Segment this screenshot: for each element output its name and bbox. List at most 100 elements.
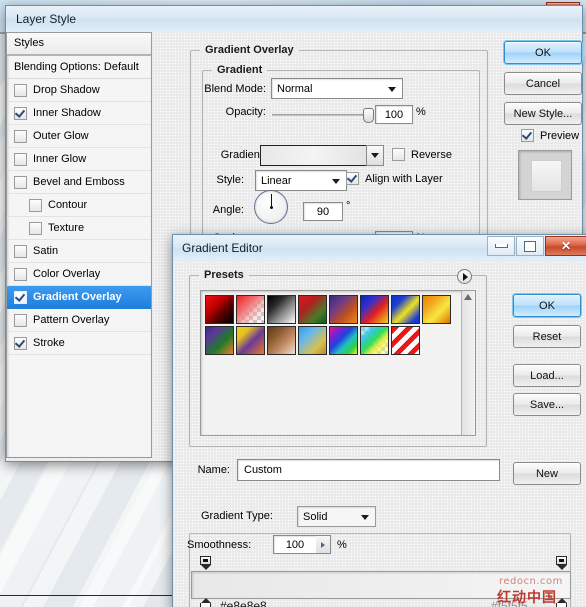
screen: ✕ Layer Style Styles Blending Options: D…: [0, 0, 586, 607]
opacity-unit: %: [416, 106, 426, 118]
preset-swatch-violet-green-orange[interactable]: [205, 326, 234, 355]
opacity-slider-track[interactable]: [272, 114, 370, 116]
align-with-layer-label: Align with Layer: [365, 173, 443, 185]
style-row-gradient-overlay[interactable]: Gradient Overlay: [7, 286, 151, 309]
style-row-checkbox[interactable]: [14, 130, 27, 143]
name-label: Name:: [184, 464, 230, 476]
preset-swatch-violet-orange[interactable]: [329, 295, 358, 324]
style-row-checkbox[interactable]: [14, 245, 27, 258]
style-row-pattern-overlay[interactable]: Pattern Overlay: [7, 309, 151, 332]
style-row-satin[interactable]: Satin: [7, 240, 151, 263]
color-stop-left[interactable]: [200, 598, 211, 607]
gradient-strip[interactable]: [191, 571, 571, 599]
presets-group: Presets: [189, 275, 487, 447]
ge-new-button[interactable]: New: [513, 462, 581, 485]
gradient-picker-chevron-down-icon[interactable]: [366, 145, 384, 166]
presets-scrollbar[interactable]: [461, 291, 475, 435]
style-row-blending-options-default[interactable]: Blending Options: Default: [7, 56, 151, 79]
style-row-checkbox[interactable]: [29, 199, 42, 212]
style-row-bevel-and-emboss[interactable]: Bevel and Emboss: [7, 171, 151, 194]
style-row-label: Stroke: [33, 332, 65, 354]
align-with-layer-checkbox[interactable]: Align with Layer: [346, 172, 443, 185]
style-row-checkbox[interactable]: [14, 291, 27, 304]
angle-input[interactable]: 90: [303, 202, 343, 221]
maximize-icon[interactable]: [516, 236, 544, 256]
opacity-stop-left[interactable]: [200, 556, 211, 569]
style-row-color-overlay[interactable]: Color Overlay: [7, 263, 151, 286]
presets-menu-icon[interactable]: [457, 269, 472, 284]
chevron-down-icon: [332, 179, 340, 184]
style-row-stroke[interactable]: Stroke: [7, 332, 151, 355]
style-row-drop-shadow[interactable]: Drop Shadow: [7, 79, 151, 102]
preset-swatch-red-stripes[interactable]: [391, 326, 420, 355]
new-style-button[interactable]: New Style...: [504, 102, 582, 125]
gradient-name-input[interactable]: Custom: [237, 459, 500, 481]
preset-swatch-grid: [205, 295, 457, 357]
style-row-texture[interactable]: Texture: [7, 217, 151, 240]
ge-load-button[interactable]: Load...: [513, 364, 581, 387]
ge-save-button[interactable]: Save...: [513, 393, 581, 416]
align-with-layer-checkbox-box: [346, 172, 359, 185]
reverse-checkbox[interactable]: Reverse: [392, 148, 452, 161]
gradient-preview-bar[interactable]: [260, 145, 367, 166]
preset-swatch-yellow-violet-orange[interactable]: [236, 326, 265, 355]
style-row-checkbox[interactable]: [14, 107, 27, 120]
gradient-editor-titlebar[interactable]: Gradient Editor ✕: [173, 235, 586, 261]
color-stop-right[interactable]: [556, 598, 567, 607]
smoothness-stepper-icon[interactable]: [316, 535, 331, 554]
style-row-checkbox[interactable]: [14, 337, 27, 350]
style-row-outer-glow[interactable]: Outer Glow: [7, 125, 151, 148]
smoothness-input[interactable]: 100: [273, 535, 317, 554]
ge-reset-button[interactable]: Reset: [513, 325, 581, 348]
opacity-input[interactable]: 100: [375, 105, 413, 124]
left-stop-hex: #e8e8e8: [220, 599, 267, 607]
gradient-group-legend: Gradient: [212, 64, 267, 76]
style-row-checkbox[interactable]: [14, 153, 27, 166]
style-row-label: Blending Options: Default: [14, 56, 139, 78]
preset-swatch-blue-red-yellow[interactable]: [360, 295, 389, 324]
style-row-checkbox[interactable]: [14, 314, 27, 327]
preset-swatch-orange-yellow-orange[interactable]: [422, 295, 451, 324]
scroll-up-icon[interactable]: [464, 294, 472, 300]
preset-swatch-blue-yellow-blue[interactable]: [391, 295, 420, 324]
preset-swatch-black-white[interactable]: [267, 295, 296, 324]
gradient-style-select[interactable]: Linear: [255, 170, 347, 191]
style-row-contour[interactable]: Contour: [7, 194, 151, 217]
style-row-label: Inner Glow: [33, 148, 86, 170]
gradient-editor-title: Gradient Editor: [182, 241, 263, 255]
preview-checkbox[interactable]: Preview: [521, 129, 579, 142]
style-row-checkbox[interactable]: [29, 222, 42, 235]
ge-ok-button[interactable]: OK: [513, 294, 581, 317]
styles-list[interactable]: Styles Blending Options: DefaultDrop Sha…: [6, 32, 152, 458]
ok-button[interactable]: OK: [504, 41, 582, 64]
style-row-checkbox[interactable]: [14, 176, 27, 189]
style-row-label: Inner Shadow: [33, 102, 101, 124]
style-row-label: Satin: [33, 240, 58, 262]
blend-mode-select[interactable]: Normal: [271, 78, 403, 99]
gradient-type-select[interactable]: Solid: [297, 506, 376, 527]
close-icon[interactable]: ✕: [545, 236, 586, 256]
blend-mode-label: Blend Mode:: [198, 83, 266, 95]
preset-swatch-spectrum[interactable]: [329, 326, 358, 355]
preset-swatch-red-green[interactable]: [298, 295, 327, 324]
style-row-checkbox[interactable]: [14, 84, 27, 97]
style-row-label: Drop Shadow: [33, 79, 100, 101]
angle-dial[interactable]: [254, 190, 288, 224]
angle-unit: °: [346, 200, 350, 212]
layer-style-titlebar[interactable]: Layer Style: [6, 6, 582, 32]
preset-swatch-blue-yellow[interactable]: [298, 326, 327, 355]
preview-checkbox-box: [521, 129, 534, 142]
preset-swatch-red-black[interactable]: [205, 295, 234, 324]
preset-swatch-transparent-rainbow[interactable]: [360, 326, 389, 355]
style-row-label: Contour: [48, 194, 87, 216]
style-row-checkbox[interactable]: [14, 268, 27, 281]
style-row-inner-shadow[interactable]: Inner Shadow: [7, 102, 151, 125]
opacity-slider-knob[interactable]: [363, 108, 374, 123]
cancel-button[interactable]: Cancel: [504, 72, 582, 95]
preset-swatch-red-transparent[interactable]: [236, 295, 265, 324]
minimize-icon[interactable]: [487, 236, 515, 256]
opacity-stop-right[interactable]: [556, 556, 567, 569]
preset-swatch-copper[interactable]: [267, 326, 296, 355]
style-row-inner-glow[interactable]: Inner Glow: [7, 148, 151, 171]
presets-pane[interactable]: [200, 290, 476, 436]
